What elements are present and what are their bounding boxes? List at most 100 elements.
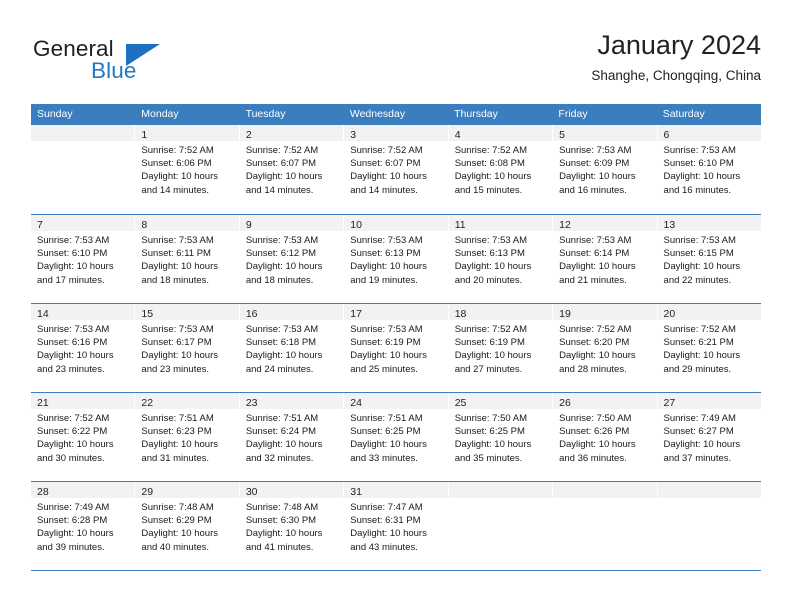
day-number-bar: 31	[344, 482, 448, 498]
day-number-bar: 16	[239, 304, 344, 320]
daylight-text: Daylight: 10 hours	[141, 528, 218, 540]
daylight-text-cont: and 17 minutes.	[37, 274, 105, 286]
calendar-day-cell[interactable]: 18 Sunrise: 7:52 AM Sunset: 6:19 PM Dayligh…	[448, 304, 554, 392]
calendar-bottom-rule	[31, 570, 761, 571]
daylight-text: Daylight: 10 hours	[559, 261, 636, 273]
calendar-day-cell[interactable]: 14 Sunrise: 7:53 AM Sunset: 6:16 PM Dayligh…	[31, 304, 136, 392]
sunrise-text: Sunrise: 7:52 AM	[141, 145, 214, 156]
calendar-day-cell[interactable]: 28 Sunrise: 7:49 AM Sunset: 6:28 PM Dayligh…	[31, 482, 136, 570]
daylight-text: Daylight: 10 hours	[559, 439, 636, 451]
calendar-day-cell[interactable]: 25 Sunrise: 7:50 AM Sunset: 6:25 PM Dayligh…	[448, 393, 554, 481]
sunset-text: Sunset: 6:08 PM	[454, 158, 525, 170]
sunset-text: Sunset: 6:13 PM	[350, 248, 421, 260]
calendar-day-cell[interactable]: 5 Sunrise: 7:53 AM Sunset: 6:09 PM Daylight…	[553, 125, 658, 214]
day-details: Sunrise: 7:53 AM Sunset: 6:19 PM Daylight:…	[344, 320, 447, 376]
calendar-day-cell[interactable]: 2 Sunrise: 7:52 AM Sunset: 6:07 PM Daylight…	[239, 125, 345, 214]
day-number-bar: 1	[135, 125, 239, 141]
sunrise-text: Sunrise: 7:53 AM	[350, 324, 423, 335]
day-details: Sunrise: 7:53 AM Sunset: 6:10 PM Daylight:…	[658, 141, 761, 197]
sunrise-text: Sunrise: 7:51 AM	[350, 413, 423, 424]
sunset-text: Sunset: 6:26 PM	[559, 426, 630, 438]
day-details: Sunrise: 7:48 AM Sunset: 6:30 PM Daylight:…	[240, 498, 343, 554]
calendar-day-cell[interactable]: 23 Sunrise: 7:51 AM Sunset: 6:24 PM Dayligh…	[239, 393, 345, 481]
calendar-day-cell[interactable]: 31 Sunrise: 7:47 AM Sunset: 6:31 PM Dayligh…	[344, 482, 449, 570]
calendar-day-cell[interactable]: 6 Sunrise: 7:53 AM Sunset: 6:10 PM Daylight…	[657, 125, 761, 214]
calendar-day-cell[interactable]: 21 Sunrise: 7:52 AM Sunset: 6:22 PM Dayligh…	[31, 393, 136, 481]
day-number: 15	[141, 308, 154, 320]
calendar-day-cell[interactable]: 19 Sunrise: 7:52 AM Sunset: 6:20 PM Dayligh…	[553, 304, 658, 392]
sunrise-text: Sunrise: 7:53 AM	[37, 235, 110, 246]
day-details: Sunrise: 7:53 AM Sunset: 6:13 PM Daylight:…	[449, 231, 552, 287]
calendar-day-cell[interactable]: 29 Sunrise: 7:48 AM Sunset: 6:29 PM Dayligh…	[135, 482, 240, 570]
sunset-text: Sunset: 6:16 PM	[37, 337, 108, 349]
day-number-bar: 22	[135, 393, 239, 409]
calendar-day-cell[interactable]: 30 Sunrise: 7:48 AM Sunset: 6:30 PM Dayligh…	[239, 482, 345, 570]
calendar-day-cell[interactable]: 3 Sunrise: 7:52 AM Sunset: 6:07 PM Daylight…	[344, 125, 449, 214]
calendar-day-cell[interactable]: 7 Sunrise: 7:53 AM Sunset: 6:10 PM Daylight…	[31, 215, 136, 303]
calendar-day-cell[interactable]: 15 Sunrise: 7:53 AM Sunset: 6:17 PM Dayligh…	[135, 304, 240, 392]
daylight-text-cont: and 23 minutes.	[141, 363, 210, 375]
daylight-text: Daylight: 10 hours	[141, 439, 218, 451]
calendar-day-cell[interactable]: 11 Sunrise: 7:53 AM Sunset: 6:13 PM Dayligh…	[448, 215, 554, 303]
day-details: Sunrise: 7:51 AM Sunset: 6:24 PM Daylight:…	[240, 409, 343, 465]
daylight-text-cont: and 23 minutes.	[37, 363, 105, 375]
day-number-bar: 10	[344, 215, 448, 231]
general-blue-logo[interactable]: General Blue	[31, 32, 251, 92]
sunrise-text: Sunrise: 7:51 AM	[141, 413, 214, 424]
day-number-bar: 28	[31, 482, 135, 498]
calendar-day-cell[interactable]: 4 Sunrise: 7:52 AM Sunset: 6:08 PM Daylight…	[448, 125, 554, 214]
daylight-text: Daylight: 10 hours	[37, 261, 114, 273]
day-number-bar	[657, 482, 761, 498]
weekday-header-wednesday: Wednesday	[349, 108, 406, 120]
sunrise-text: Sunrise: 7:52 AM	[454, 324, 528, 335]
sunrise-text: Sunrise: 7:53 AM	[350, 235, 423, 246]
calendar-day-cell[interactable]: 9 Sunrise: 7:53 AM Sunset: 6:12 PM Daylight…	[239, 215, 345, 303]
sunrise-text: Sunrise: 7:53 AM	[245, 235, 319, 246]
calendar-day-cell[interactable]: 17 Sunrise: 7:53 AM Sunset: 6:19 PM Dayligh…	[344, 304, 449, 392]
sunset-text: Sunset: 6:06 PM	[141, 158, 212, 170]
calendar-day-cell[interactable]: 22 Sunrise: 7:51 AM Sunset: 6:23 PM Dayligh…	[135, 393, 240, 481]
calendar-day-cell[interactable]: 10 Sunrise: 7:53 AM Sunset: 6:13 PM Dayligh…	[344, 215, 449, 303]
sunset-text: Sunset: 6:20 PM	[559, 337, 630, 349]
calendar-day-cell[interactable]: 26 Sunrise: 7:50 AM Sunset: 6:26 PM Dayligh…	[553, 393, 658, 481]
calendar-day-cell[interactable]: 27 Sunrise: 7:49 AM Sunset: 6:27 PM Dayligh…	[657, 393, 761, 481]
daylight-text-cont: and 18 minutes.	[245, 274, 314, 286]
daylight-text-cont: and 30 minutes.	[37, 452, 105, 464]
sunset-text: Sunset: 6:19 PM	[350, 337, 421, 349]
day-details: Sunrise: 7:53 AM Sunset: 6:14 PM Daylight:…	[553, 231, 656, 287]
sunset-text: Sunset: 6:11 PM	[141, 248, 211, 260]
sunset-text: Sunset: 6:30 PM	[245, 515, 317, 527]
daylight-text-cont: and 24 minutes.	[245, 363, 314, 375]
daylight-text: Daylight: 10 hours	[141, 350, 218, 362]
daylight-text: Daylight: 10 hours	[245, 350, 323, 362]
sunset-text: Sunset: 6:15 PM	[663, 248, 734, 260]
day-number: 29	[141, 486, 154, 498]
daylight-text-cont: and 14 minutes.	[350, 184, 418, 196]
calendar-week-row: 28 Sunrise: 7:49 AM Sunset: 6:28 PM Dayligh…	[31, 481, 761, 570]
sunset-text: Sunset: 6:10 PM	[663, 158, 734, 170]
day-number: 17	[350, 308, 362, 320]
daylight-text-cont: and 33 minutes.	[350, 452, 418, 464]
day-number-bar: 19	[553, 304, 657, 320]
sunset-text: Sunset: 6:07 PM	[350, 158, 421, 170]
calendar-day-cell[interactable]: 1 Sunrise: 7:52 AM Sunset: 6:06 PM Daylight…	[135, 125, 240, 214]
sunset-text: Sunset: 6:25 PM	[454, 426, 525, 438]
calendar-day-cell[interactable]: 13 Sunrise: 7:53 AM Sunset: 6:15 PM Dayligh…	[657, 215, 761, 303]
day-number-bar: 23	[239, 393, 344, 409]
calendar-day-cell[interactable]: 16 Sunrise: 7:53 AM Sunset: 6:18 PM Dayligh…	[239, 304, 345, 392]
calendar-day-cell[interactable]: 8 Sunrise: 7:53 AM Sunset: 6:11 PM Daylight…	[135, 215, 240, 303]
calendar-day-cell[interactable]: 20 Sunrise: 7:52 AM Sunset: 6:21 PM Dayligh…	[657, 304, 761, 392]
day-number: 1	[141, 129, 148, 141]
calendar-day-cell[interactable]: 12 Sunrise: 7:53 AM Sunset: 6:14 PM Dayligh…	[553, 215, 658, 303]
daylight-text: Daylight: 10 hours	[350, 350, 427, 362]
day-details: Sunrise: 7:52 AM Sunset: 6:08 PM Daylight:…	[449, 141, 552, 197]
daylight-text-cont: and 39 minutes.	[37, 541, 105, 553]
daylight-text: Daylight: 10 hours	[663, 350, 741, 362]
day-details: Sunrise: 7:53 AM Sunset: 6:15 PM Daylight:…	[658, 231, 761, 287]
calendar-week-row: 14 Sunrise: 7:53 AM Sunset: 6:16 PM Dayligh…	[31, 303, 761, 392]
daylight-text-cont: and 43 minutes.	[350, 541, 418, 553]
day-number-bar: 20	[657, 304, 761, 320]
day-number-bar: 13	[657, 215, 761, 231]
day-details: Sunrise: 7:52 AM Sunset: 6:21 PM Daylight:…	[658, 320, 761, 376]
calendar-day-cell[interactable]: 24 Sunrise: 7:51 AM Sunset: 6:25 PM Dayligh…	[344, 393, 449, 481]
